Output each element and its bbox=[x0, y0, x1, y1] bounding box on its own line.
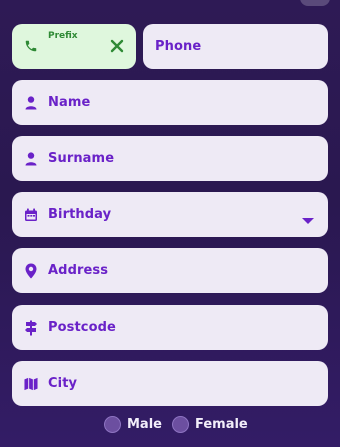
map-pin-icon bbox=[24, 263, 38, 279]
radio-button-female[interactable] bbox=[171, 416, 189, 433]
person-icon bbox=[24, 95, 38, 111]
birthday-placeholder: Birthday bbox=[48, 207, 112, 222]
close-icon[interactable] bbox=[110, 38, 124, 57]
phone-input[interactable]: Phone bbox=[143, 24, 328, 69]
surname-input[interactable]: Surname bbox=[12, 136, 328, 181]
phone-icon bbox=[24, 38, 38, 57]
postcode-input[interactable]: Postcode bbox=[12, 305, 328, 350]
phone-placeholder: Phone bbox=[155, 39, 202, 54]
gender-label-male: Male bbox=[127, 417, 162, 432]
person-icon bbox=[24, 151, 38, 167]
address-input[interactable]: Address bbox=[12, 248, 328, 293]
city-input[interactable]: City bbox=[12, 361, 328, 406]
name-input[interactable]: Name bbox=[12, 80, 328, 125]
address-placeholder: Address bbox=[48, 263, 109, 278]
radio-button-male[interactable] bbox=[104, 416, 121, 433]
calendar-icon bbox=[24, 207, 38, 223]
city-placeholder: City bbox=[48, 376, 78, 391]
birthday-select[interactable]: Birthday bbox=[12, 192, 328, 237]
top-right-button[interactable] bbox=[300, 0, 330, 6]
name-placeholder: Name bbox=[48, 95, 91, 110]
postcode-placeholder: Postcode bbox=[48, 320, 116, 335]
prefix-label: Prefix bbox=[48, 31, 78, 41]
chevron-down-icon[interactable] bbox=[302, 210, 314, 229]
signpost-icon bbox=[24, 320, 38, 336]
phone-prefix-field[interactable]: Prefix bbox=[12, 24, 136, 69]
gender-label-female: Female bbox=[194, 417, 248, 432]
gender-option-female[interactable]: Female bbox=[171, 416, 248, 433]
surname-placeholder: Surname bbox=[48, 151, 115, 166]
gender-option-male[interactable]: Male bbox=[104, 416, 162, 433]
map-icon bbox=[24, 376, 38, 392]
gender-radio-group: Male Female bbox=[104, 416, 258, 433]
